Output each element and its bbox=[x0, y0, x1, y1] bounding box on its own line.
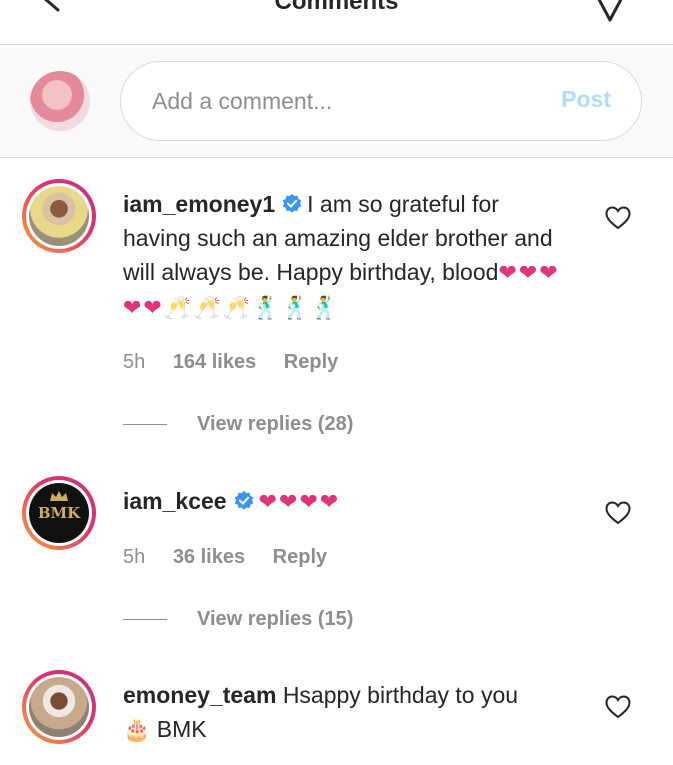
heart-outline-icon[interactable] bbox=[604, 205, 632, 231]
view-replies-button[interactable]: View replies (28) bbox=[123, 413, 353, 436]
avatar[interactable] bbox=[22, 179, 96, 253]
page-title: Comments bbox=[274, 0, 399, 15]
avatar[interactable]: BMK bbox=[22, 476, 96, 550]
comment-meta: 5h 36 likes Reply bbox=[123, 546, 349, 569]
comment-likes[interactable]: 164 likes bbox=[173, 351, 256, 373]
comment-username[interactable]: iam_kcee bbox=[123, 488, 227, 514]
comment-emojis: 🎂 bbox=[123, 717, 151, 742]
divider-line bbox=[123, 619, 167, 621]
comment-composer: Add a comment... Post bbox=[0, 45, 673, 158]
view-replies-label: View replies (28) bbox=[197, 413, 354, 435]
comment-emojis: ❤❤❤❤ bbox=[258, 489, 341, 514]
reply-button[interactable]: Reply bbox=[284, 351, 338, 373]
comment-text-after: BMK bbox=[156, 716, 207, 742]
comment-input[interactable]: Add a comment... Post bbox=[120, 61, 642, 141]
verified-icon bbox=[282, 193, 302, 213]
comment-placeholder: Add a comment... bbox=[152, 88, 333, 114]
send-icon[interactable] bbox=[590, 0, 630, 22]
comment-time: 5h bbox=[123, 351, 146, 373]
view-replies-button[interactable]: View replies (15) bbox=[123, 608, 353, 631]
heart-outline-icon[interactable] bbox=[604, 500, 632, 526]
comment-username[interactable]: emoney_team bbox=[123, 682, 276, 708]
heart-outline-icon[interactable] bbox=[604, 694, 632, 720]
post-button[interactable]: Post bbox=[561, 86, 611, 113]
comment-time: 5h bbox=[123, 546, 146, 568]
verified-icon bbox=[234, 490, 253, 510]
avatar[interactable] bbox=[22, 670, 96, 744]
reply-button[interactable]: Reply bbox=[273, 546, 327, 568]
avatar-logo-text: BMK bbox=[37, 504, 81, 522]
comment-username[interactable]: iam_emoney1 bbox=[123, 191, 275, 217]
view-replies-label: View replies (15) bbox=[197, 608, 354, 630]
divider-line bbox=[123, 424, 167, 426]
comment-body: iam_kcee ❤❤❤❤ bbox=[123, 484, 573, 519]
comment-text: Hsappy birthday to you bbox=[282, 682, 519, 708]
comment-body: iam_emoney1 I am so grateful for having s… bbox=[123, 187, 573, 325]
comment-meta: 5h 164 likes Reply bbox=[123, 351, 360, 374]
avatar bbox=[30, 71, 90, 131]
crown-icon bbox=[50, 491, 68, 501]
header-bar: Comments bbox=[0, 0, 673, 45]
comment-body: emoney_team Hsappy birthday to you 🎂 BMK bbox=[123, 678, 573, 747]
comment-likes[interactable]: 36 likes bbox=[173, 546, 245, 568]
